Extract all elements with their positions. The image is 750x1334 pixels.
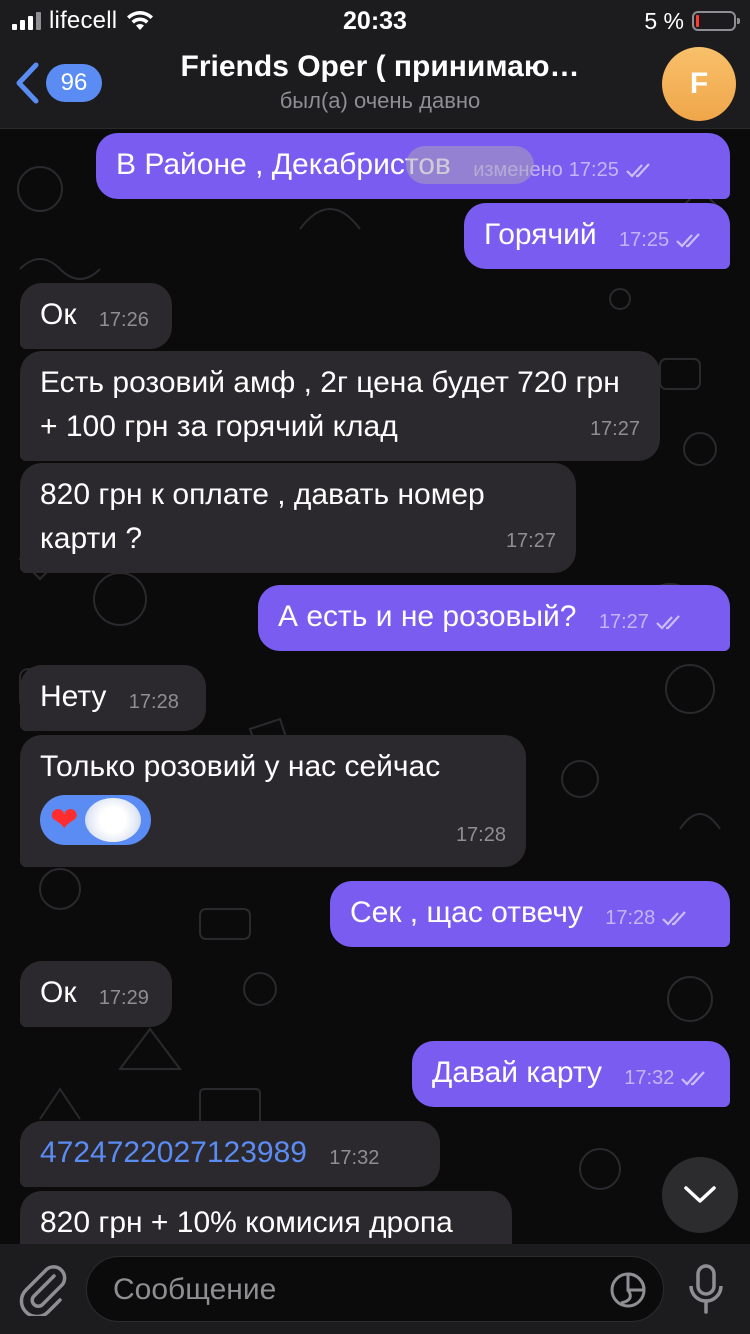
- message-text: Только розовий у нас сейчас: [40, 750, 441, 783]
- edit-overlay-blur: [406, 146, 534, 184]
- message-meta: 17:28: [456, 813, 506, 857]
- chat-header: 96 Friends Oper ( принимаю… был(а) очень…: [0, 42, 750, 129]
- reaction-chip[interactable]: ❤: [40, 795, 151, 845]
- double-check-icon: [656, 615, 680, 630]
- avatar[interactable]: F: [662, 47, 736, 121]
- chat-title-block[interactable]: Friends Oper ( принимаю… был(а) очень да…: [130, 50, 630, 114]
- last-seen-status: был(а) очень давно: [279, 88, 481, 113]
- message-bubble-incoming[interactable]: Есть розовий амф , 2г цена будет 720 грн…: [20, 351, 660, 461]
- chevron-left-icon: [16, 62, 39, 104]
- back-button[interactable]: 96: [14, 56, 102, 110]
- message-meta: 17:27: [599, 600, 683, 644]
- message-text: Горячий: [484, 218, 597, 251]
- message-bubble-outgoing[interactable]: Горячий 17:25: [464, 203, 730, 269]
- double-check-icon: [681, 1071, 706, 1086]
- message-input-field[interactable]: [86, 1256, 664, 1323]
- message-meta: 17:32: [624, 1056, 708, 1100]
- message-bubble-outgoing[interactable]: Давай карту 17:32: [412, 1041, 730, 1107]
- sticker-icon[interactable]: [609, 1271, 647, 1309]
- message-meta: 17:25: [619, 218, 703, 262]
- message-time: 17:25: [619, 229, 670, 251]
- message-bubble-incoming[interactable]: Ок 17:29: [20, 961, 172, 1027]
- chat-title: Friends Oper ( принимаю…: [180, 50, 580, 83]
- message-bubble-incoming[interactable]: Нету 17:28: [20, 665, 206, 731]
- composer-bar: [0, 1244, 750, 1334]
- message-time: 17:26: [98, 309, 149, 331]
- message-meta: 17:32: [329, 1136, 379, 1180]
- message-bubble-incoming[interactable]: 820 грн к оплате , давать номер карти ? …: [20, 463, 576, 573]
- message-time: 17:28: [455, 824, 506, 846]
- message-meta: 17:29: [99, 976, 149, 1020]
- message-bubble-outgoing[interactable]: Сек , щас отвечу 17:28: [330, 881, 730, 947]
- message-bubble-incoming[interactable]: 4724722027123989 17:32: [20, 1121, 440, 1187]
- message-time: 17:28: [605, 907, 656, 929]
- message-text: 820 грн + 10% комисия дропа: [40, 1206, 453, 1239]
- message-meta: 17:27: [590, 407, 640, 451]
- unread-count-badge: 96: [46, 64, 102, 102]
- status-bar: lifecell 20:33 5 %: [0, 0, 750, 42]
- message-bubble-outgoing[interactable]: А есть и не розовый? 17:27: [258, 585, 730, 651]
- message-time: 17:32: [624, 1067, 675, 1089]
- message-bubble-incoming[interactable]: Ок 17:26: [20, 283, 172, 349]
- message-bubble-outgoing[interactable]: В Районе , Декабристов изменено 17:25: [96, 133, 730, 199]
- message-time: 17:25: [568, 159, 619, 181]
- message-text: 820 грн к оплате , давать номер карти ?: [40, 478, 485, 555]
- message-text: В Районе , Декабристов: [116, 148, 451, 181]
- scroll-to-bottom-button[interactable]: [662, 1157, 738, 1233]
- message-bubble-incoming[interactable]: Только розовий у нас сейчас ❤ 17:28: [20, 735, 526, 867]
- paperclip-icon[interactable]: [18, 1262, 68, 1316]
- message-meta: 17:27: [506, 519, 556, 563]
- battery-percent: 5 %: [644, 7, 684, 34]
- message-text: Ок: [40, 976, 77, 1009]
- avatar-letter: F: [689, 67, 709, 100]
- message-input[interactable]: [111, 1257, 585, 1323]
- message-text: А есть и не розовый?: [278, 600, 577, 633]
- reactor-avatar: [84, 798, 141, 842]
- card-number-link[interactable]: 4724722027123989: [40, 1136, 307, 1169]
- message-meta: 17:28: [129, 680, 179, 724]
- microphone-icon[interactable]: [686, 1262, 726, 1316]
- heart-reaction-icon: ❤: [50, 801, 79, 839]
- clock: 20:33: [343, 7, 407, 35]
- message-text: Сек , щас отвечу: [350, 896, 583, 929]
- message-time: 17:27: [598, 611, 649, 633]
- message-text: Есть розовий амф , 2г цена будет 720 грн…: [40, 366, 620, 443]
- message-text: Ок: [40, 298, 77, 331]
- message-time: 17:28: [128, 691, 179, 713]
- message-text: Давай карту: [432, 1056, 602, 1089]
- chevron-down-icon: [684, 1186, 716, 1203]
- message-meta: 17:26: [99, 298, 149, 342]
- message-bubble-incoming[interactable]: 820 грн + 10% комисия дропа: [20, 1191, 512, 1244]
- message-list[interactable]: В Районе , Декабристов изменено 17:25 Го…: [0, 129, 750, 1244]
- message-time: 17:29: [98, 987, 149, 1009]
- message-time: 17:32: [329, 1147, 380, 1169]
- message-time: 17:27: [505, 530, 556, 552]
- message-time: 17:27: [589, 418, 640, 440]
- message-meta: 17:28: [605, 896, 689, 940]
- double-check-icon: [662, 911, 687, 926]
- double-check-icon: [626, 163, 650, 178]
- battery-icon: [692, 11, 740, 31]
- double-check-icon: [676, 233, 700, 248]
- message-text: Нету: [40, 680, 107, 713]
